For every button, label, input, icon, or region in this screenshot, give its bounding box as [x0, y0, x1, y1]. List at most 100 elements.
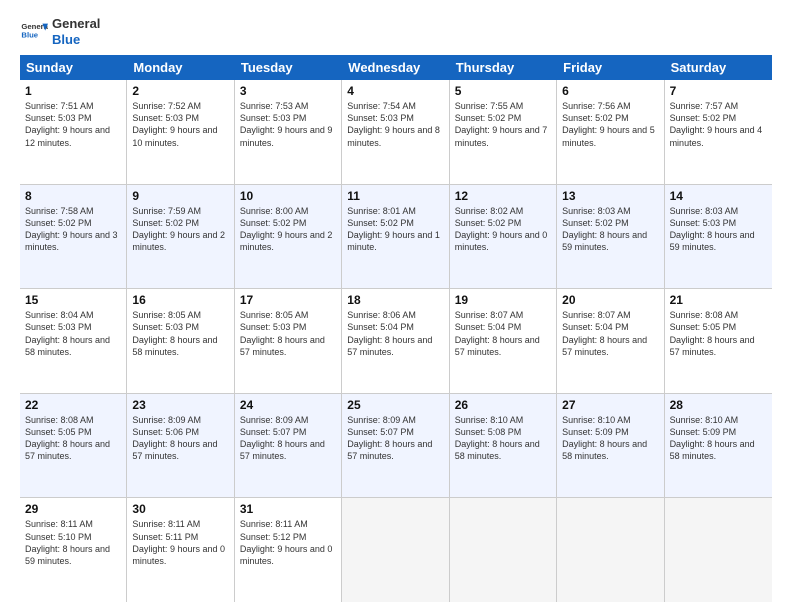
day-number: 25: [347, 398, 443, 412]
day-number: 31: [240, 502, 336, 516]
day-info: Sunrise: 7:53 AM Sunset: 5:03 PM Dayligh…: [240, 100, 336, 149]
header-day-sunday: Sunday: [20, 55, 127, 80]
day-number: 7: [670, 84, 767, 98]
calendar-page: General Blue General Blue SundayMondayTu…: [0, 0, 792, 612]
calendar-day-30: 30Sunrise: 8:11 AM Sunset: 5:11 PM Dayli…: [127, 498, 234, 602]
calendar-day-empty: [450, 498, 557, 602]
calendar-day-2: 2Sunrise: 7:52 AM Sunset: 5:03 PM Daylig…: [127, 80, 234, 184]
header-day-thursday: Thursday: [450, 55, 557, 80]
day-info: Sunrise: 8:09 AM Sunset: 5:07 PM Dayligh…: [240, 414, 336, 463]
calendar-day-1: 1Sunrise: 7:51 AM Sunset: 5:03 PM Daylig…: [20, 80, 127, 184]
day-number: 18: [347, 293, 443, 307]
calendar-week-1: 1Sunrise: 7:51 AM Sunset: 5:03 PM Daylig…: [20, 80, 772, 185]
day-number: 29: [25, 502, 121, 516]
day-number: 26: [455, 398, 551, 412]
calendar-week-2: 8 Sunrise: 7:58 AM Sunset: 5:02 PM Daylig…: [20, 185, 772, 290]
calendar-day-21: 21 Sunrise: 8:08 AM Sunset: 5:05 PM Dayli…: [665, 289, 772, 393]
header-day-friday: Friday: [557, 55, 664, 80]
calendar-day-5: 5 Sunrise: 7:55 AM Sunset: 5:02 PM Daylig…: [450, 80, 557, 184]
day-info: Sunrise: 8:11 AM Sunset: 5:11 PM Dayligh…: [132, 518, 228, 567]
day-info: Sunrise: 8:01 AM Sunset: 5:02 PM Dayligh…: [347, 205, 443, 254]
calendar-day-24: 24 Sunrise: 8:09 AM Sunset: 5:07 PM Dayli…: [235, 394, 342, 498]
calendar-day-18: 18 Sunrise: 8:06 AM Sunset: 5:04 PM Dayli…: [342, 289, 449, 393]
calendar-body: 1Sunrise: 7:51 AM Sunset: 5:03 PM Daylig…: [20, 80, 772, 602]
day-info: Sunrise: 7:51 AM Sunset: 5:03 PM Dayligh…: [25, 100, 121, 149]
calendar-week-4: 22Sunrise: 8:08 AM Sunset: 5:05 PM Dayli…: [20, 394, 772, 499]
calendar-week-3: 15 Sunrise: 8:04 AM Sunset: 5:03 PM Dayli…: [20, 289, 772, 394]
day-info: Sunrise: 8:09 AM Sunset: 5:06 PM Dayligh…: [132, 414, 228, 463]
day-info: Sunrise: 8:07 AM Sunset: 5:04 PM Dayligh…: [562, 309, 658, 358]
day-info: Sunrise: 7:58 AM Sunset: 5:02 PM Dayligh…: [25, 205, 121, 254]
day-info: Sunrise: 8:05 AM Sunset: 5:03 PM Dayligh…: [240, 309, 336, 358]
day-info: Sunrise: 8:08 AM Sunset: 5:05 PM Dayligh…: [670, 309, 767, 358]
day-info: Sunrise: 7:54 AM Sunset: 5:03 PM Dayligh…: [347, 100, 443, 149]
day-number: 16: [132, 293, 228, 307]
day-info: Sunrise: 8:00 AM Sunset: 5:02 PM Dayligh…: [240, 205, 336, 254]
day-info: Sunrise: 8:10 AM Sunset: 5:09 PM Dayligh…: [562, 414, 658, 463]
calendar-day-25: 25 Sunrise: 8:09 AM Sunset: 5:07 PM Dayli…: [342, 394, 449, 498]
day-number: 15: [25, 293, 121, 307]
calendar-day-empty: [557, 498, 664, 602]
calendar-day-8: 8 Sunrise: 7:58 AM Sunset: 5:02 PM Daylig…: [20, 185, 127, 289]
calendar-day-14: 14 Sunrise: 8:03 AM Sunset: 5:03 PM Dayli…: [665, 185, 772, 289]
calendar-day-3: 3Sunrise: 7:53 AM Sunset: 5:03 PM Daylig…: [235, 80, 342, 184]
day-info: Sunrise: 8:09 AM Sunset: 5:07 PM Dayligh…: [347, 414, 443, 463]
day-number: 14: [670, 189, 767, 203]
calendar-day-20: 20 Sunrise: 8:07 AM Sunset: 5:04 PM Dayli…: [557, 289, 664, 393]
day-number: 17: [240, 293, 336, 307]
calendar-header: SundayMondayTuesdayWednesdayThursdayFrid…: [20, 55, 772, 80]
day-info: Sunrise: 7:57 AM Sunset: 5:02 PM Dayligh…: [670, 100, 767, 149]
day-info: Sunrise: 8:10 AM Sunset: 5:08 PM Dayligh…: [455, 414, 551, 463]
calendar-day-9: 9 Sunrise: 7:59 AM Sunset: 5:02 PM Daylig…: [127, 185, 234, 289]
logo-blue-text: Blue: [52, 32, 100, 48]
day-info: Sunrise: 8:03 AM Sunset: 5:03 PM Dayligh…: [670, 205, 767, 254]
day-number: 9: [132, 189, 228, 203]
day-info: Sunrise: 8:11 AM Sunset: 5:12 PM Dayligh…: [240, 518, 336, 567]
day-number: 11: [347, 189, 443, 203]
day-info: Sunrise: 8:08 AM Sunset: 5:05 PM Dayligh…: [25, 414, 121, 463]
calendar-day-29: 29Sunrise: 8:11 AM Sunset: 5:10 PM Dayli…: [20, 498, 127, 602]
day-info: Sunrise: 7:59 AM Sunset: 5:02 PM Dayligh…: [132, 205, 228, 254]
day-number: 5: [455, 84, 551, 98]
day-info: Sunrise: 8:07 AM Sunset: 5:04 PM Dayligh…: [455, 309, 551, 358]
logo-general-text: General: [52, 16, 100, 32]
day-number: 12: [455, 189, 551, 203]
calendar-day-17: 17 Sunrise: 8:05 AM Sunset: 5:03 PM Dayli…: [235, 289, 342, 393]
day-info: Sunrise: 7:55 AM Sunset: 5:02 PM Dayligh…: [455, 100, 551, 149]
day-info: Sunrise: 8:03 AM Sunset: 5:02 PM Dayligh…: [562, 205, 658, 254]
header-day-tuesday: Tuesday: [235, 55, 342, 80]
svg-text:Blue: Blue: [21, 30, 38, 39]
day-info: Sunrise: 7:52 AM Sunset: 5:03 PM Dayligh…: [132, 100, 228, 149]
calendar-day-28: 28 Sunrise: 8:10 AM Sunset: 5:09 PM Dayli…: [665, 394, 772, 498]
calendar-day-7: 7 Sunrise: 7:57 AM Sunset: 5:02 PM Daylig…: [665, 80, 772, 184]
calendar-day-12: 12 Sunrise: 8:02 AM Sunset: 5:02 PM Dayli…: [450, 185, 557, 289]
day-number: 21: [670, 293, 767, 307]
day-number: 13: [562, 189, 658, 203]
day-number: 8: [25, 189, 121, 203]
day-number: 20: [562, 293, 658, 307]
calendar-day-10: 10 Sunrise: 8:00 AM Sunset: 5:02 PM Dayli…: [235, 185, 342, 289]
day-number: 24: [240, 398, 336, 412]
day-number: 28: [670, 398, 767, 412]
calendar-day-27: 27Sunrise: 8:10 AM Sunset: 5:09 PM Dayli…: [557, 394, 664, 498]
day-info: Sunrise: 8:04 AM Sunset: 5:03 PM Dayligh…: [25, 309, 121, 358]
day-number: 10: [240, 189, 336, 203]
logo-icon: General Blue: [20, 18, 48, 46]
day-info: Sunrise: 8:06 AM Sunset: 5:04 PM Dayligh…: [347, 309, 443, 358]
page-header: General Blue General Blue: [20, 16, 772, 47]
calendar-day-13: 13 Sunrise: 8:03 AM Sunset: 5:02 PM Dayli…: [557, 185, 664, 289]
calendar-day-11: 11 Sunrise: 8:01 AM Sunset: 5:02 PM Dayli…: [342, 185, 449, 289]
calendar-day-6: 6Sunrise: 7:56 AM Sunset: 5:02 PM Daylig…: [557, 80, 664, 184]
calendar-day-empty: [342, 498, 449, 602]
day-number: 19: [455, 293, 551, 307]
calendar-day-31: 31 Sunrise: 8:11 AM Sunset: 5:12 PM Dayli…: [235, 498, 342, 602]
calendar-day-23: 23Sunrise: 8:09 AM Sunset: 5:06 PM Dayli…: [127, 394, 234, 498]
day-info: Sunrise: 7:56 AM Sunset: 5:02 PM Dayligh…: [562, 100, 658, 149]
calendar-week-5: 29Sunrise: 8:11 AM Sunset: 5:10 PM Dayli…: [20, 498, 772, 602]
header-day-saturday: Saturday: [665, 55, 772, 80]
calendar-day-26: 26 Sunrise: 8:10 AM Sunset: 5:08 PM Dayli…: [450, 394, 557, 498]
day-info: Sunrise: 8:02 AM Sunset: 5:02 PM Dayligh…: [455, 205, 551, 254]
header-day-wednesday: Wednesday: [342, 55, 449, 80]
calendar-day-15: 15 Sunrise: 8:04 AM Sunset: 5:03 PM Dayli…: [20, 289, 127, 393]
day-info: Sunrise: 8:10 AM Sunset: 5:09 PM Dayligh…: [670, 414, 767, 463]
